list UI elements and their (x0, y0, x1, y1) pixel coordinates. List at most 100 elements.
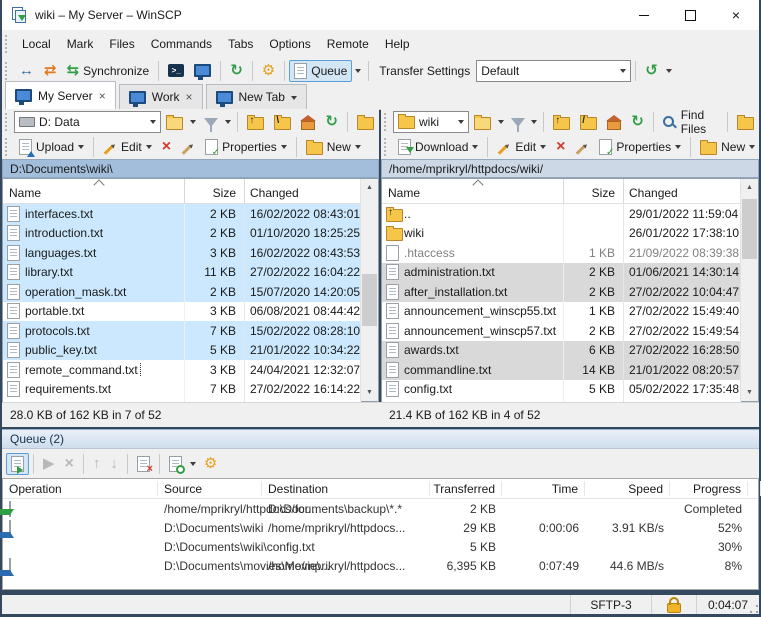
scrollbar-thumb[interactable] (742, 199, 757, 259)
refresh-session-button[interactable]: ↻ (225, 60, 248, 81)
menu-mark[interactable]: Mark (59, 32, 102, 56)
local-scrollbar[interactable]: ▲ ▼ (360, 179, 378, 401)
local-filter-button[interactable] (199, 113, 223, 132)
remote-root-directory-button[interactable]: / (575, 111, 602, 133)
scroll-down-icon[interactable]: ▼ (361, 384, 378, 401)
queue-panel-title[interactable]: Queue (2) (2, 429, 759, 449)
file-row[interactable]: after_installation.txt 2 KB 27/02/2022 10:… (382, 282, 741, 302)
file-row[interactable]: public_key.txt 5 KB 21/01/2022 10:34:22 (3, 340, 361, 360)
swap-panels-button[interactable]: ↔ (14, 60, 39, 81)
queue-item-row[interactable]: /home/mprikryl/httpdocs/for... D:\Documen… (0, 499, 758, 518)
local-home-directory-button[interactable] (296, 111, 320, 133)
file-row[interactable]: commandline.txt 14 KB 21/01/2022 08:20:57 (382, 360, 741, 380)
column-size[interactable]: Size (184, 179, 244, 203)
queue-toggle-button[interactable]: Queue (289, 59, 353, 82)
column-destination[interactable]: Destination (262, 481, 430, 496)
queue-dropdown-button[interactable] (352, 65, 364, 76)
queue-show-button[interactable] (6, 452, 29, 475)
local-delete-button[interactable]: × (157, 136, 176, 158)
queue-item-row[interactable]: D:\Documents\movies\Movie\.../home/mprik… (0, 556, 758, 576)
tab-close-icon[interactable]: × (99, 90, 106, 102)
queue-preferences-button[interactable]: ⚙ (199, 453, 222, 474)
open-console-button[interactable]: >_ (163, 61, 189, 80)
minimize-button[interactable] (621, 0, 667, 30)
remote-filter-dropdown[interactable] (530, 116, 539, 127)
local-drive-select[interactable]: D: Data (14, 110, 161, 133)
column-operation[interactable]: Operation (3, 481, 158, 496)
file-row[interactable]: announcement_winscp55.txt 1 KB 27/02/2022 … (382, 302, 741, 322)
column-source[interactable]: Source (158, 481, 262, 496)
column-transferred[interactable]: Transferred (430, 481, 502, 496)
remote-edit-button[interactable]: Edit (492, 137, 551, 157)
remote-open-directory-button[interactable] (469, 111, 496, 133)
local-new-button[interactable]: New (301, 136, 366, 158)
remote-new-button[interactable]: New (695, 136, 760, 158)
file-row[interactable]: wiki 26/01/2022 17:38:10 (382, 224, 741, 244)
close-button[interactable]: × (713, 0, 759, 30)
column-size[interactable]: Size (563, 179, 623, 203)
remote-path-bar[interactable]: /home/mprikryl/httpdocs/wiki/ (381, 159, 759, 178)
tab-close-icon[interactable]: × (185, 91, 192, 103)
file-row[interactable]: remote_command.txt 3 KB 24/04/2021 12:32:0… (3, 360, 361, 380)
open-in-putty-button[interactable] (189, 61, 216, 80)
file-row[interactable]: administration.txt 2 KB 01/06/2021 14:30:1… (382, 262, 741, 282)
scroll-up-icon[interactable]: ▲ (361, 179, 378, 196)
synchronize-browsing-button[interactable]: ↺ (640, 60, 663, 81)
menu-tabs[interactable]: Tabs (220, 32, 261, 56)
remote-bookmark-button[interactable] (732, 111, 759, 133)
local-open-directory-dropdown[interactable] (188, 116, 199, 127)
transfer-sync-dropdown[interactable] (663, 65, 675, 76)
file-row[interactable]: ↑.. 29/01/2022 11:59:04 (382, 204, 741, 224)
remote-filter-button[interactable] (506, 113, 530, 132)
local-filter-dropdown[interactable] (223, 116, 234, 127)
local-bookmark-button[interactable] (352, 111, 379, 133)
queue-delete-all-done-button[interactable]: × (132, 453, 155, 475)
remote-open-directory-dropdown[interactable] (496, 116, 505, 127)
local-root-directory-button[interactable]: \ (269, 111, 296, 133)
queue-move-up-button[interactable]: ↑ (88, 453, 106, 474)
local-properties-button[interactable]: ✓ Properties (200, 136, 292, 158)
tab-new-tab[interactable]: New Tab (205, 84, 307, 109)
download-button[interactable]: Download (393, 136, 483, 158)
local-refresh-button[interactable]: ↻ (320, 111, 343, 132)
file-row[interactable]: languages.txt 3 KB 16/02/2022 08:43:53 (3, 243, 361, 263)
queue-delete-button[interactable]: × (60, 453, 79, 475)
remote-properties-button[interactable]: ✓ Properties (594, 136, 686, 158)
menu-options[interactable]: Options (261, 32, 318, 56)
scroll-up-icon[interactable]: ▲ (741, 179, 758, 196)
preferences-button[interactable]: ⚙ (257, 60, 280, 81)
tab-my-server[interactable]: My Server × (5, 81, 116, 109)
local-rename-button[interactable] (176, 139, 200, 155)
column-name[interactable]: Name (382, 179, 563, 203)
remote-directory-select[interactable]: wiki (393, 110, 470, 133)
menu-help[interactable]: Help (377, 32, 418, 56)
transfer-settings-select[interactable]: Default (476, 59, 632, 82)
file-row[interactable]: interfaces.txt 2 KB 16/02/2022 08:43:01 (3, 204, 361, 224)
menu-commands[interactable]: Commands (143, 32, 220, 56)
queue-item-row[interactable]: D:\Documents\wiki\config.txt 5 KB 30% (3, 537, 758, 556)
local-edit-button[interactable]: Edit (98, 137, 157, 157)
file-row[interactable]: operation_mask.txt 2 KB 15/07/2020 14:20:0… (3, 282, 361, 302)
remote-rename-button[interactable] (570, 139, 594, 155)
column-progress[interactable]: Progress (670, 481, 748, 496)
tab-work[interactable]: Work × (118, 84, 203, 109)
file-row[interactable]: requirements.txt 7 KB 27/02/2022 16:14:22 (3, 380, 361, 400)
sync-browsing-button[interactable]: ⇄ (39, 60, 62, 81)
scrollbar-thumb[interactable] (362, 274, 377, 326)
scroll-down-icon[interactable]: ▼ (741, 384, 758, 401)
queue-processing-dropdown[interactable] (187, 458, 199, 469)
local-path-bar[interactable]: D:\Documents\wiki\ (2, 159, 379, 178)
remote-home-directory-button[interactable] (602, 111, 626, 133)
column-changed[interactable]: Changed (244, 179, 361, 203)
remote-parent-directory-button[interactable]: ↑ (548, 111, 575, 133)
file-row[interactable]: .htaccess 1 KB 21/09/2022 08:39:38 (382, 243, 741, 263)
menu-local[interactable]: Local (14, 32, 59, 56)
file-row[interactable]: introduction.txt 2 KB 01/10/2020 18:25:25 (3, 223, 361, 243)
maximize-button[interactable] (667, 0, 713, 30)
resize-grip[interactable] (749, 604, 758, 613)
queue-processing-toggle-button[interactable] (164, 453, 187, 475)
queue-item-row[interactable]: D:\Documents\wiki/home/mprikryl/httpdocs… (0, 518, 758, 538)
file-row[interactable]: config.txt 5 KB 05/02/2022 17:35:48 (382, 380, 741, 400)
queue-resume-button[interactable]: ▶ (38, 453, 60, 474)
menu-files[interactable]: Files (101, 32, 142, 56)
